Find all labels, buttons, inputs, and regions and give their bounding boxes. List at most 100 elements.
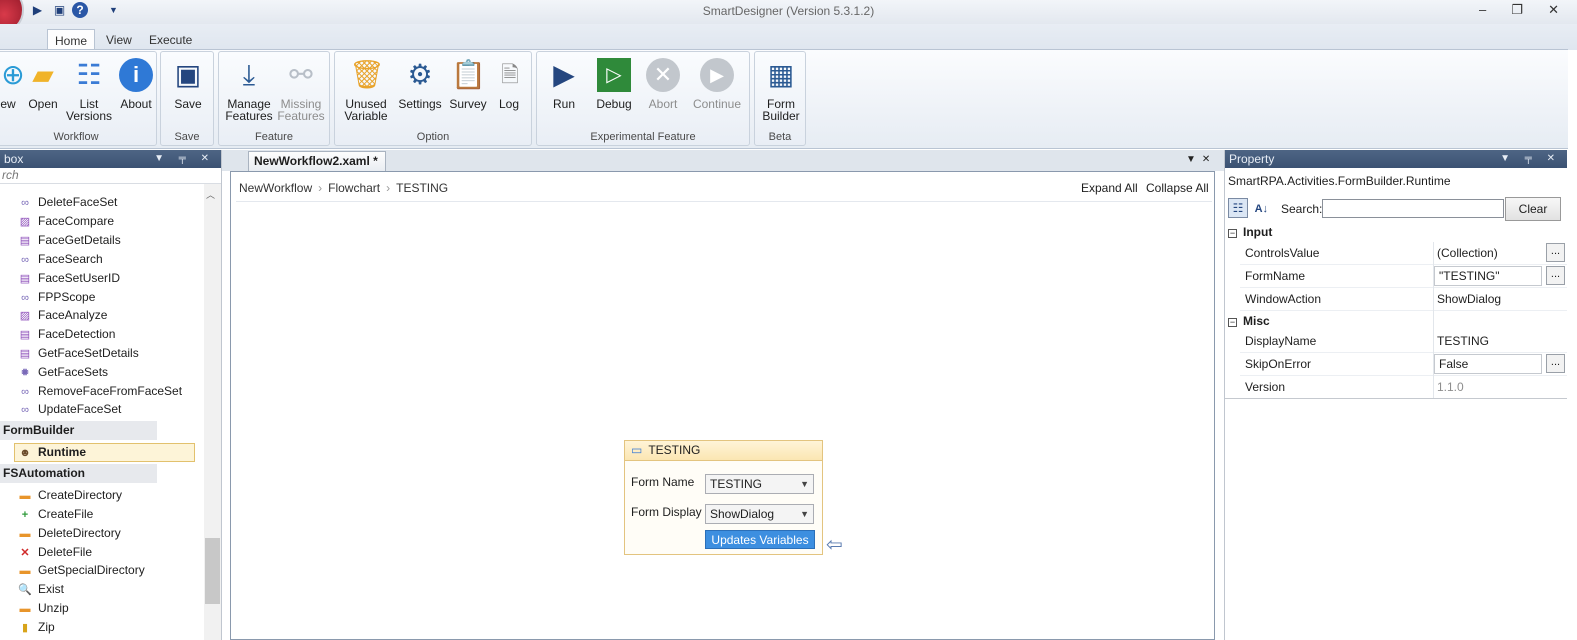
save-button[interactable]: ▣ Save bbox=[165, 58, 211, 110]
toolbox-category-formbuilder[interactable]: FormBuilder bbox=[0, 421, 157, 440]
property-value[interactable]: "TESTING" bbox=[1434, 266, 1542, 286]
toolbox-item[interactable]: ▬ GetSpecialDirectory bbox=[18, 561, 145, 580]
settings-button[interactable]: ⚙ Settings bbox=[397, 58, 443, 110]
toolbox-pane-controls[interactable]: ▼ ╤ ✕ bbox=[154, 150, 215, 168]
toolbox-item[interactable]: ▬ DeleteDirectory bbox=[18, 524, 121, 543]
scroll-up-icon[interactable]: ︿ bbox=[206, 188, 215, 201]
open-button[interactable]: ▰ Open bbox=[24, 58, 62, 110]
close-button[interactable]: ✕ bbox=[1548, 2, 1559, 20]
tab-home[interactable]: Home bbox=[47, 29, 96, 50]
document-icon: ▤ bbox=[19, 348, 31, 360]
toolbox-item[interactable]: ∞ FPPScope bbox=[18, 288, 95, 307]
property-row-displayname[interactable]: DisplayName TESTING bbox=[1240, 330, 1567, 353]
new-button[interactable]: ⊕ ew bbox=[0, 58, 24, 110]
ribbon-group-experimental: ▶ Run ▷ Debug ✕ Abort ▶ Continue Experimenta… bbox=[536, 51, 750, 146]
collapse-icon[interactable]: − bbox=[1228, 229, 1237, 238]
breadcrumb-item[interactable]: TESTING bbox=[396, 181, 448, 195]
minimize-button[interactable]: – bbox=[1479, 2, 1486, 20]
ribbon-group-option: 🗑 Unused Variable ⚙ Settings 📋 Survey 🗎 Log … bbox=[334, 51, 532, 146]
missing-features-button[interactable]: ⚯ Missing Features bbox=[275, 58, 327, 122]
property-search-input[interactable] bbox=[1322, 199, 1504, 218]
list-versions-icon: ☷ bbox=[76, 59, 102, 90]
breadcrumb: NewWorkflow › Flowchart › TESTING bbox=[239, 181, 448, 195]
run-button[interactable]: ▶ Run bbox=[543, 58, 585, 110]
face-icon: ∞ bbox=[21, 197, 29, 209]
toolbox-item[interactable]: ▮ Zip bbox=[18, 618, 55, 637]
toolbox-item[interactable]: ∞ FaceSearch bbox=[18, 250, 103, 269]
property-row-formname[interactable]: FormName "TESTING"... bbox=[1240, 265, 1567, 288]
breadcrumb-item[interactable]: Flowchart bbox=[328, 181, 380, 195]
toolbox-item[interactable]: ∞ RemoveFaceFromFaceSet bbox=[18, 382, 182, 401]
updates-variables-button[interactable]: Updates Variables bbox=[705, 530, 815, 549]
workflow-designer-canvas[interactable] bbox=[230, 171, 1215, 640]
abort-button[interactable]: ✕ Abort bbox=[641, 58, 685, 110]
toolbox-item[interactable]: ▤ GetFaceSetDetails bbox=[18, 344, 139, 363]
debug-button[interactable]: ▷ Debug bbox=[591, 58, 637, 110]
tab-execute[interactable]: Execute bbox=[142, 29, 199, 50]
clipboard-icon: 📋 bbox=[451, 59, 486, 90]
toolbox-item[interactable]: ▬ CreateDirectory bbox=[18, 486, 123, 505]
list-versions-button[interactable]: ☷ List Versions bbox=[64, 58, 114, 122]
sort-alpha-icon[interactable]: A↓ bbox=[1251, 200, 1271, 220]
expand-all-link[interactable]: Expand All bbox=[1081, 181, 1138, 195]
activity-header[interactable]: ▭ TESTING bbox=[625, 441, 822, 461]
search-icon: 🔍 bbox=[18, 584, 32, 596]
toolbox-item[interactable]: ∞ DeleteFaceSet bbox=[18, 193, 117, 212]
document-icon: ▤ bbox=[19, 235, 31, 247]
toolbox-scroll-thumb[interactable] bbox=[205, 538, 220, 604]
continue-button[interactable]: ▶ Continue bbox=[689, 58, 745, 110]
property-grid-divider bbox=[1433, 242, 1434, 398]
unused-variable-button[interactable]: 🗑 Unused Variable bbox=[339, 58, 393, 122]
tab-view[interactable]: View bbox=[99, 29, 139, 50]
collapse-icon[interactable]: − bbox=[1228, 318, 1237, 327]
survey-button[interactable]: 📋 Survey bbox=[447, 58, 489, 110]
document-tab[interactable]: NewWorkflow2.xaml * bbox=[248, 151, 386, 171]
collapse-all-link[interactable]: Collapse All bbox=[1146, 181, 1209, 195]
ellipsis-button[interactable]: ... bbox=[1546, 243, 1565, 262]
toolbox-item[interactable]: ∞ UpdateFaceSet bbox=[18, 400, 121, 419]
toolbox-item[interactable]: ▤ FaceDetection bbox=[18, 325, 116, 344]
form-display-dropdown[interactable]: ShowDialog ▼ bbox=[705, 504, 814, 524]
toolbox-category-fsautomation[interactable]: FSAutomation bbox=[0, 464, 157, 483]
activity-card-testing[interactable]: ▭ TESTING Form Name TESTING ▼ Form Display… bbox=[624, 440, 823, 555]
categorized-view-icon[interactable]: ☷ bbox=[1228, 198, 1248, 218]
property-value[interactable]: TESTING bbox=[1437, 330, 1547, 351]
folder-delete-icon: ▬ bbox=[19, 528, 31, 540]
log-button[interactable]: 🗎 Log bbox=[493, 58, 525, 110]
toolbox-item[interactable]: 🔍 Exist bbox=[18, 580, 64, 599]
form-builder-button[interactable]: ▦ Form Builder bbox=[757, 58, 805, 122]
about-button[interactable]: i About bbox=[116, 58, 156, 110]
form-window-icon: ▭ bbox=[631, 443, 643, 457]
clear-button[interactable]: Clear bbox=[1505, 197, 1561, 221]
form-display-label: Form Display bbox=[631, 505, 702, 519]
property-row-skiponerror[interactable]: SkipOnError False... bbox=[1240, 353, 1567, 376]
folder-icon: ▬ bbox=[19, 490, 31, 502]
property-row-windowaction[interactable]: WindowAction ShowDialog bbox=[1240, 288, 1567, 311]
property-value[interactable]: False bbox=[1434, 354, 1542, 374]
property-value[interactable]: ShowDialog bbox=[1437, 288, 1547, 309]
toolbox-item[interactable]: + CreateFile bbox=[18, 505, 94, 524]
toolbox-item[interactable]: ▤ FaceGetDetails bbox=[18, 231, 121, 250]
properties-pane-controls[interactable]: ▼ ╤ ✕ bbox=[1500, 150, 1561, 168]
toolbox-search-input[interactable]: rch bbox=[0, 168, 221, 184]
property-row-version[interactable]: Version 1.1.0 bbox=[1240, 376, 1567, 399]
toolbox-item[interactable]: ▬ Unzip bbox=[18, 599, 69, 618]
toolbox-item-runtime[interactable]: ☻ Runtime bbox=[18, 443, 86, 462]
form-name-dropdown[interactable]: TESTING ▼ bbox=[705, 474, 814, 494]
document-tab-controls[interactable]: ▼✕ bbox=[1186, 154, 1216, 165]
toolbox-item[interactable]: ✕ DeleteFile bbox=[18, 543, 92, 562]
toolbox-item[interactable]: ▨ FaceCompare bbox=[18, 212, 114, 231]
toolbox-header: box ▼ ╤ ✕ bbox=[0, 150, 221, 168]
restore-button[interactable]: ❐ bbox=[1511, 2, 1523, 20]
property-value[interactable]: (Collection) bbox=[1437, 242, 1547, 263]
breadcrumb-item[interactable]: NewWorkflow bbox=[239, 181, 312, 195]
ellipsis-button[interactable]: ... bbox=[1546, 354, 1565, 373]
toolbox-item[interactable]: ▨ FaceAnalyze bbox=[18, 306, 108, 325]
toolbox-item[interactable]: ✹ GetFaceSets bbox=[18, 363, 108, 382]
property-category-misc[interactable]: − Misc bbox=[1228, 311, 1567, 331]
property-category-input[interactable]: − Input bbox=[1228, 222, 1567, 242]
property-row-controlsvalue[interactable]: ControlsValue (Collection)... bbox=[1240, 242, 1567, 265]
toolbox-item[interactable]: ▤ FaceSetUserID bbox=[18, 269, 120, 288]
ellipsis-button[interactable]: ... bbox=[1546, 266, 1565, 285]
manage-features-button[interactable]: ⤓ Manage Features bbox=[223, 58, 275, 122]
